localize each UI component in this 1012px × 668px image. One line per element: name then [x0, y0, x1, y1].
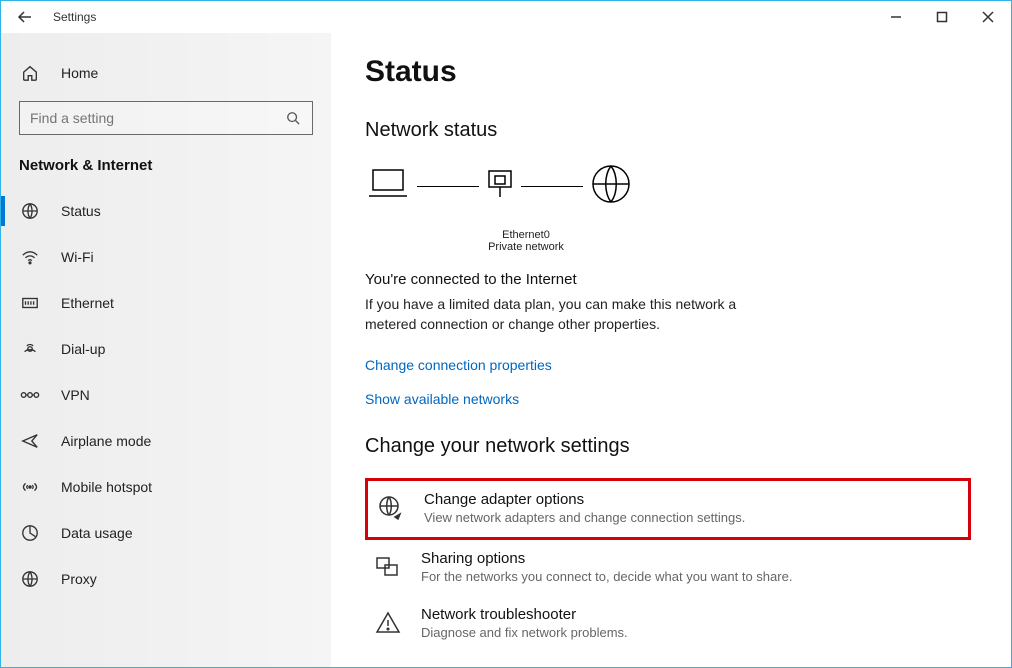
laptop-icon [365, 164, 411, 209]
nav-item-dialup[interactable]: Dial-up [1, 326, 331, 372]
nav-label: VPN [61, 387, 90, 403]
nav-item-vpn[interactable]: VPN [1, 372, 331, 418]
diagram-adapter-label: Ethernet0 Private network [471, 229, 581, 253]
link-show-available-networks[interactable]: Show available networks [365, 391, 971, 407]
home-nav[interactable]: Home [1, 53, 331, 93]
home-icon [19, 62, 41, 84]
line-icon [521, 186, 583, 187]
airplane-icon [19, 430, 41, 452]
nav-item-hotspot[interactable]: Mobile hotspot [1, 464, 331, 510]
window-title: Settings [53, 10, 96, 24]
option-desc: For the networks you connect to, decide … [421, 569, 792, 584]
page-title: Status [365, 55, 971, 89]
option-troubleshooter[interactable]: Network troubleshooter Diagnose and fix … [365, 596, 971, 652]
sharing-icon [373, 552, 403, 582]
datausage-icon [19, 522, 41, 544]
nav-item-status[interactable]: Status [1, 188, 331, 234]
connected-title: You're connected to the Internet [365, 271, 971, 288]
home-label: Home [61, 65, 98, 81]
hotspot-icon [19, 476, 41, 498]
dialup-icon [19, 338, 41, 360]
nav-label: Mobile hotspot [61, 479, 152, 495]
nav-label: Data usage [61, 525, 133, 541]
network-status-heading: Network status [365, 119, 971, 142]
section-heading: Network & Internet [1, 149, 331, 188]
nav-item-airplane[interactable]: Airplane mode [1, 418, 331, 464]
search-input[interactable] [30, 110, 284, 126]
link-change-connection-props[interactable]: Change connection properties [365, 357, 971, 373]
nav-label: Airplane mode [61, 433, 151, 449]
status-diagram [365, 162, 971, 211]
maximize-button[interactable] [919, 1, 965, 33]
nav-label: Proxy [61, 571, 97, 587]
vpn-icon [19, 384, 41, 406]
network-type: Private network [471, 241, 581, 253]
adapter-options-icon [376, 493, 406, 523]
connected-desc: If you have a limited data plan, you can… [365, 294, 785, 335]
adapter-icon [485, 167, 515, 206]
close-button[interactable] [965, 1, 1011, 33]
search-icon [284, 109, 302, 127]
adapter-name: Ethernet0 [471, 229, 581, 241]
option-desc: Diagnose and fix network problems. [421, 625, 628, 640]
nav-label: Status [61, 203, 101, 219]
nav-item-ethernet[interactable]: Ethernet [1, 280, 331, 326]
wifi-icon [19, 246, 41, 268]
nav-label: Dial-up [61, 341, 105, 357]
content-pane: Status Network status Ethernet0 Private … [331, 33, 1011, 667]
globe-icon [19, 200, 41, 222]
option-title: Change adapter options [424, 491, 745, 508]
ethernet-icon [19, 292, 41, 314]
nav-item-datausage[interactable]: Data usage [1, 510, 331, 556]
nav-label: Wi-Fi [61, 249, 94, 265]
globe-icon [589, 162, 633, 211]
minimize-button[interactable] [873, 1, 919, 33]
back-button[interactable] [11, 3, 39, 31]
sidebar: Home Network & Internet Status Wi-Fi Eth… [1, 33, 331, 667]
option-title: Network troubleshooter [421, 606, 628, 623]
warning-icon [373, 608, 403, 638]
nav-item-proxy[interactable]: Proxy [1, 556, 331, 602]
line-icon [417, 186, 479, 187]
proxy-icon [19, 568, 41, 590]
option-sharing[interactable]: Sharing options For the networks you con… [365, 540, 971, 596]
option-title: Sharing options [421, 550, 792, 567]
change-settings-heading: Change your network settings [365, 435, 971, 458]
search-box[interactable] [19, 101, 313, 135]
nav-label: Ethernet [61, 295, 114, 311]
option-desc: View network adapters and change connect… [424, 510, 745, 525]
option-change-adapter[interactable]: Change adapter options View network adap… [365, 478, 971, 540]
nav-item-wifi[interactable]: Wi-Fi [1, 234, 331, 280]
